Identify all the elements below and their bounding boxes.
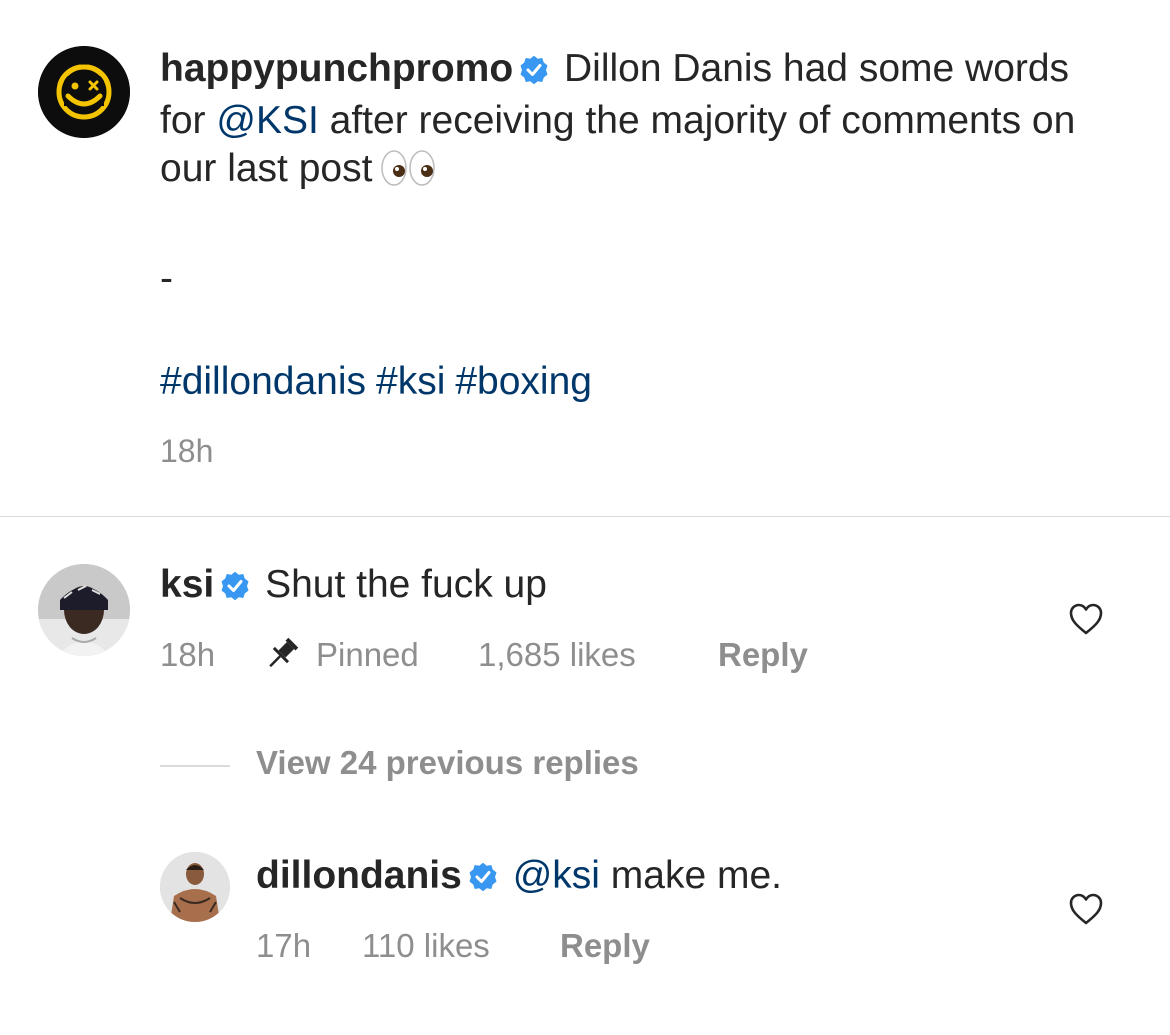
like-heart-icon[interactable] <box>1068 892 1104 926</box>
avatar-happypunchpromo[interactable] <box>38 46 130 138</box>
avatar-ksi[interactable] <box>38 564 130 656</box>
reply-button-ksi[interactable]: Reply <box>718 636 808 674</box>
view-previous-replies-button[interactable]: View 24 previous replies <box>256 744 639 782</box>
comment-username-ksi[interactable]: ksi <box>160 563 214 606</box>
reply-button-dillondanis[interactable]: Reply <box>560 927 650 965</box>
eyes-emoji-icon <box>380 149 436 199</box>
hashtag-dillondanis[interactable]: #dillondanis <box>160 360 366 403</box>
comment-time-ksi: 18h <box>160 636 216 673</box>
post-username[interactable]: happypunchpromo <box>160 47 513 90</box>
verified-badge-icon <box>220 565 250 613</box>
smiley-logo-icon <box>38 46 130 138</box>
replies-divider-line <box>160 765 230 767</box>
comment-username-dillondanis[interactable]: dillondanis <box>256 854 462 897</box>
pin-icon <box>262 636 302 672</box>
like-heart-icon[interactable] <box>1068 602 1104 636</box>
pinned-label: Pinned <box>316 636 419 673</box>
comment-text-ksi: Shut the fuck up <box>265 563 547 606</box>
comment-time-dillondanis: 17h <box>256 927 312 964</box>
comment-ksi: ksi Shut the fuck up <box>160 561 547 613</box>
verified-badge-icon <box>468 856 498 904</box>
post-timestamp: 18h <box>160 433 214 469</box>
post-caption: happypunchpromo Dillon Danis had some wo… <box>160 45 1120 199</box>
comment-dillondanis: dillondanis @ksi make me. <box>256 852 782 904</box>
caption-mention-ksi[interactable]: @KSI <box>216 99 318 142</box>
comment-likes-dillondanis[interactable]: 110 likes <box>362 927 490 965</box>
divider <box>0 516 1170 517</box>
avatar-dillondanis[interactable] <box>160 852 230 922</box>
comment-likes-ksi[interactable]: 1,685 likes <box>478 636 636 674</box>
hashtag-list: #dillondanis #ksi #boxing <box>160 358 602 406</box>
comment-mention-ksi[interactable]: @ksi <box>513 854 600 897</box>
hashtag-boxing[interactable]: #boxing <box>455 360 592 403</box>
verified-badge-icon <box>519 49 549 97</box>
caption-dash: - <box>160 257 173 300</box>
comment-text-dillondanis: make me. <box>610 854 783 897</box>
hashtag-ksi[interactable]: #ksi <box>376 360 445 403</box>
